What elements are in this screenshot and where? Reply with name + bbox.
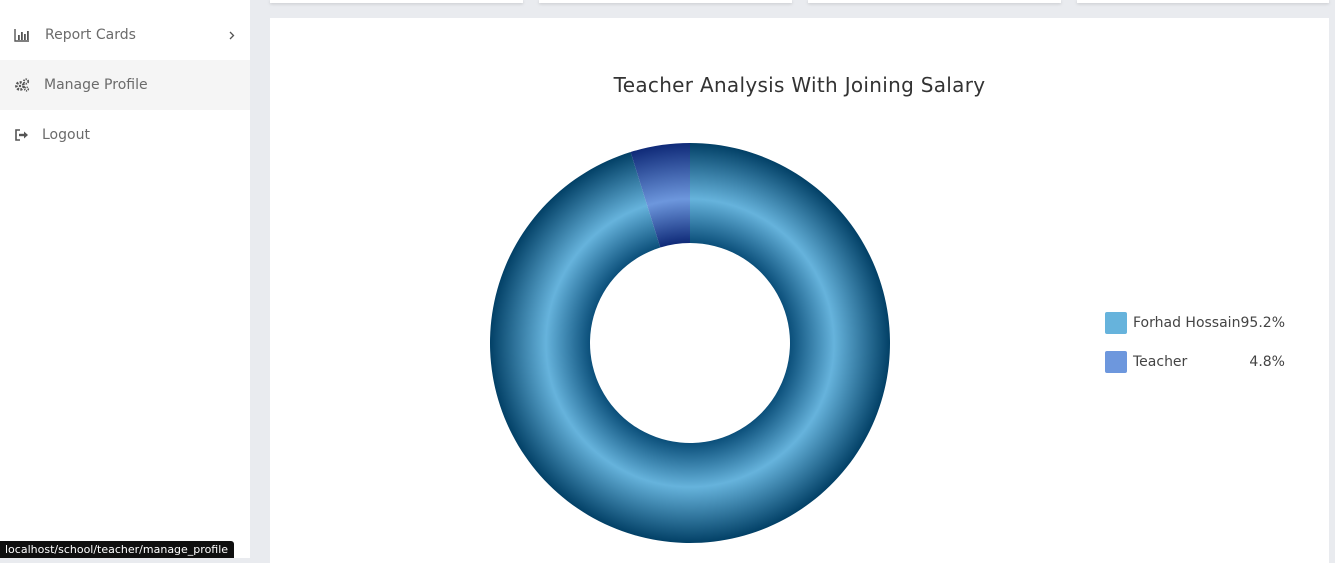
legend-item[interactable]: Forhad Hossain 95.2% [1105,312,1295,336]
sign-out-icon [15,129,28,141]
sidebar-item-label: Logout [42,127,90,143]
stat-card [539,0,792,3]
stat-card [270,0,523,3]
legend-value: 4.8% [1249,354,1285,370]
legend-item[interactable]: Teacher 4.8% [1105,351,1295,375]
sidebar: Report Cards Manage Profile Logout [0,0,250,558]
sidebar-item-manage-profile[interactable]: Manage Profile [0,60,250,110]
legend-value: 95.2% [1240,315,1285,331]
legend-swatch [1105,312,1127,334]
legend-label: Forhad Hossain [1133,315,1241,331]
stat-card [1077,0,1329,3]
stat-card [808,0,1061,3]
legend-label: Teacher [1133,354,1188,370]
gears-icon [15,78,30,92]
chevron-right-icon [229,31,235,40]
legend-swatch [1105,351,1127,373]
sidebar-item-logout[interactable]: Logout [0,110,250,160]
sidebar-item-label: Report Cards [45,27,136,43]
status-bar-url: localhost/school/teacher/manage_profile [0,541,235,558]
chart-card: Teacher Analysis With Joining Salary For… [270,18,1329,563]
sidebar-item-label: Manage Profile [44,77,148,93]
donut-chart [489,143,890,543]
bar-chart-icon [14,29,29,42]
sidebar-item-report-cards[interactable]: Report Cards [0,10,250,60]
